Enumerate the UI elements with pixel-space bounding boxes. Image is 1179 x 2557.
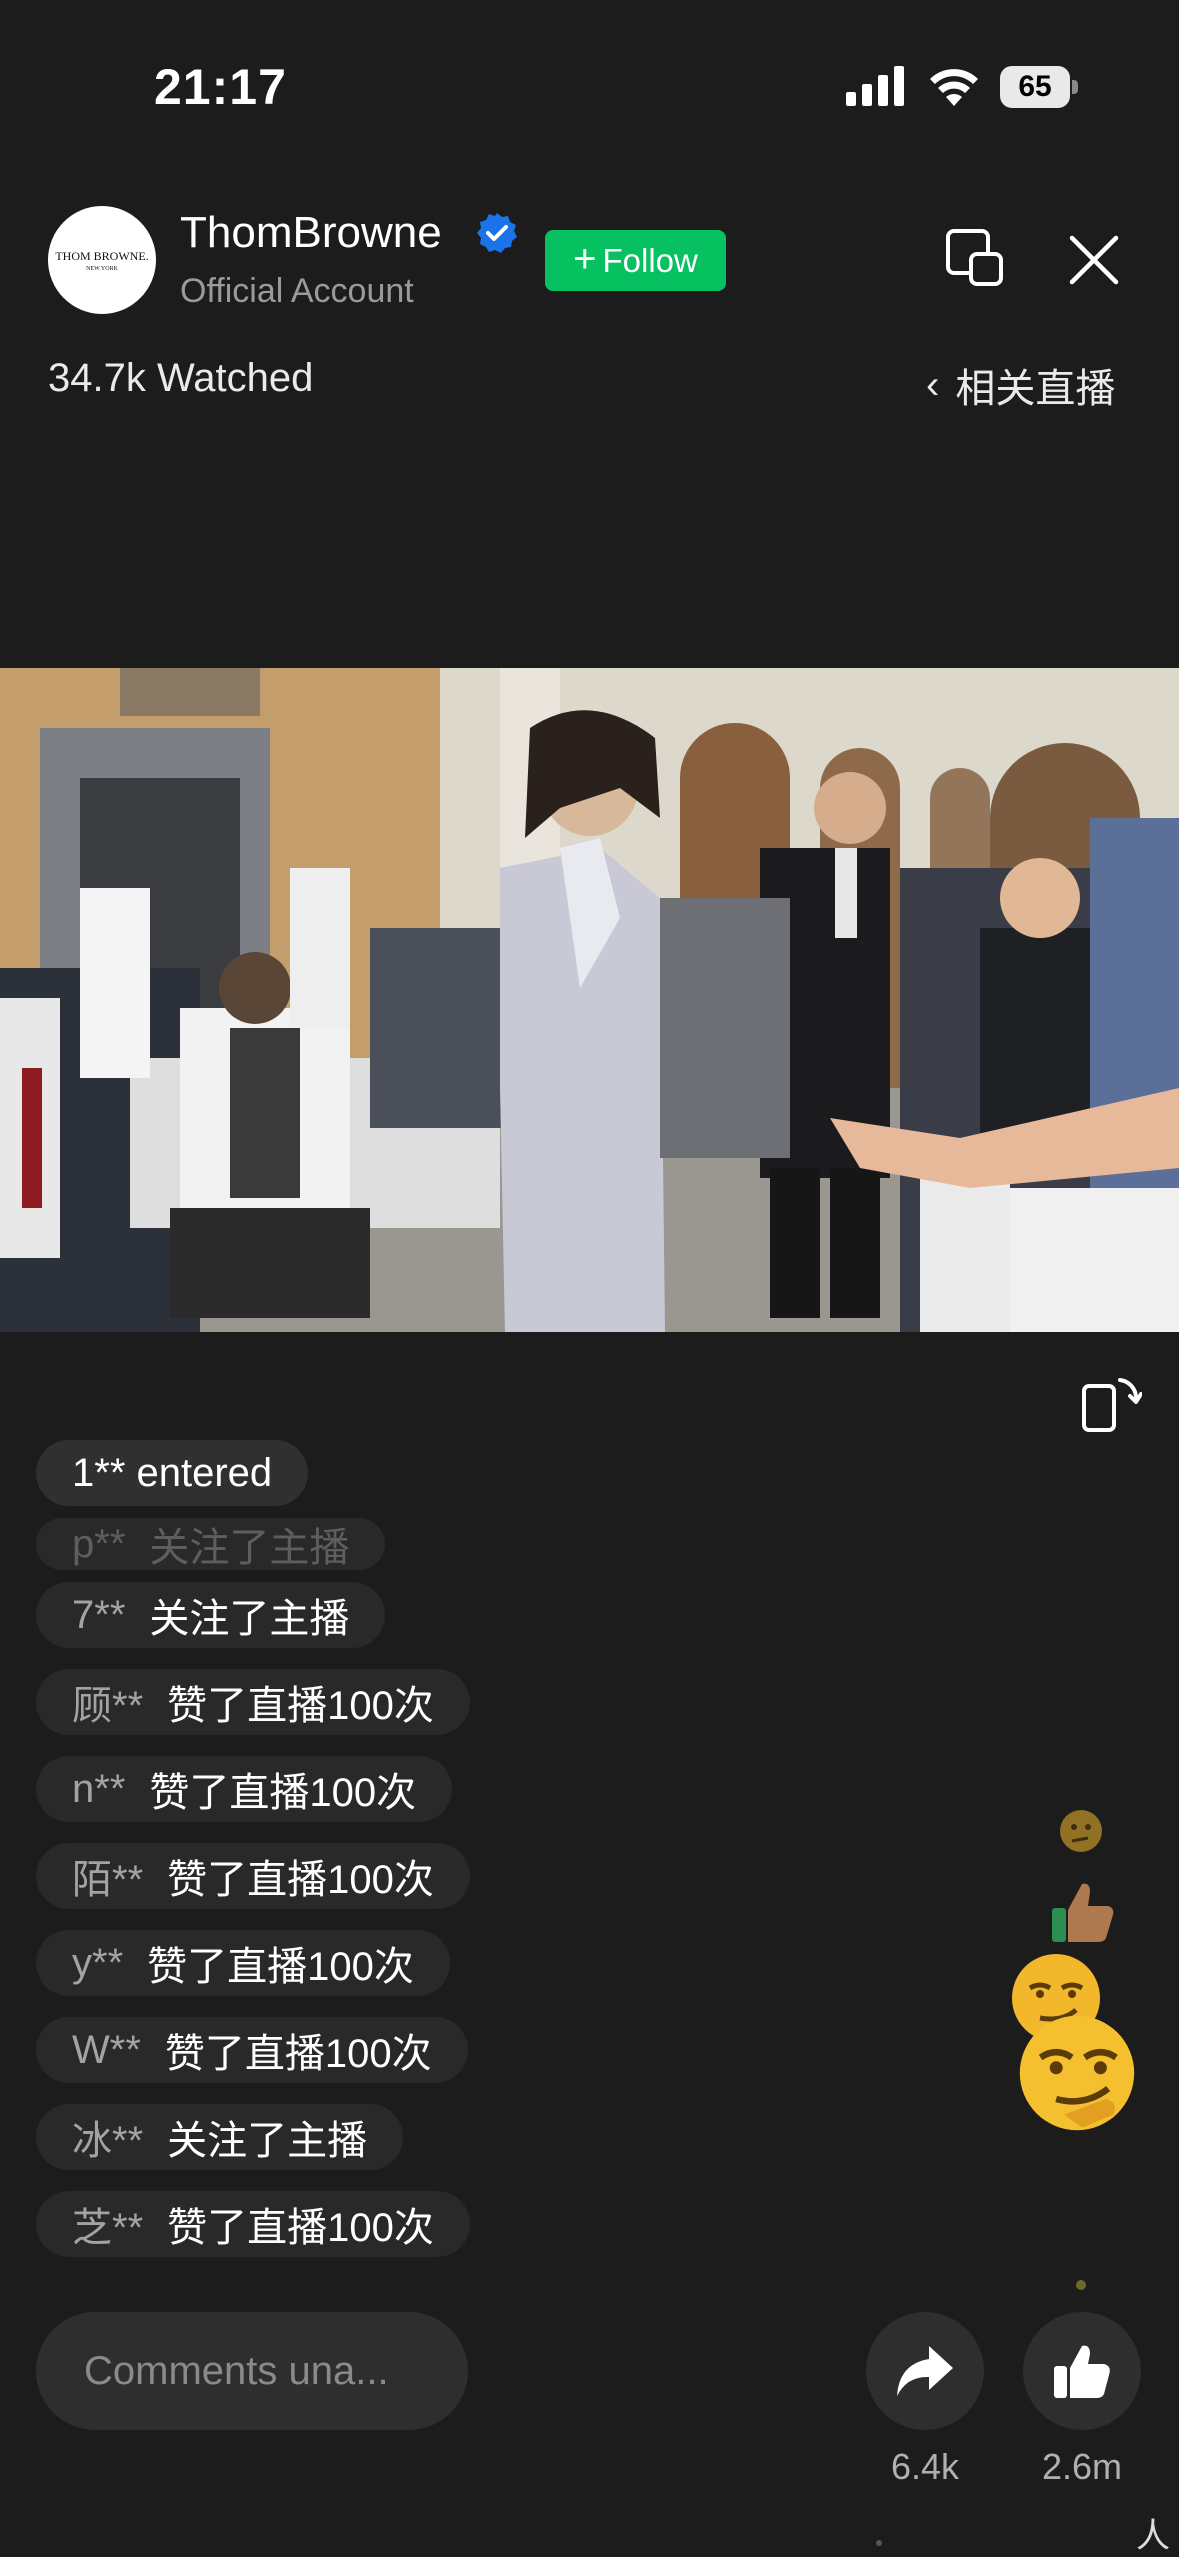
related-live-label: 相关直播 [955,367,1116,411]
corner-glyph: 人 [1136,2517,1170,2555]
rotate-screen-icon[interactable] [1080,1372,1142,1432]
account-name[interactable]: ThomBrowne [180,208,442,258]
feed-item: 顾** 赞了直播100次 [36,1669,470,1735]
share-button[interactable] [866,2312,984,2430]
account-avatar[interactable]: THOM BROWNE. NEW YORK [48,206,156,314]
share-count: 6.4k [890,2446,960,2487]
indicator-dot [876,2540,882,2546]
status-time: 21:17 [154,59,287,115]
battery-icon: 65 [1000,66,1078,108]
feed-item: 冰** 关注了主播 [36,2104,404,2170]
related-live-link[interactable]: ‹ 相关直播 [926,356,1115,414]
plus-icon: + [573,236,597,281]
comment-input[interactable]: Comments una... [36,2312,468,2430]
like-count: 2.6m [1041,2446,1123,2487]
wifi-icon [930,69,978,106]
feed-item: n** 赞了直播100次 [36,1756,453,1822]
thinking-face-icon [1060,1810,1102,1852]
like-button[interactable] [1023,2312,1141,2430]
feed-item: 陌** 赞了直播100次 [36,1843,470,1909]
feed-item: y** 赞了直播100次 [36,1930,450,1996]
comment-placeholder: Comments una... [84,2348,389,2393]
avatar-logo-text: THOM BROWNE. [55,248,149,263]
sparkle-dot [1076,2280,1086,2290]
thumbs-up-icon [1052,1883,1114,1942]
watched-count: 34.7k Watched [48,356,314,400]
cellular-signal-icon [846,66,904,106]
feed-item: 7** 关注了主播 [36,1582,386,1648]
live-video[interactable] [0,668,1179,1332]
account-subtitle: Official Account [180,272,414,310]
feed-item: W** 赞了直播100次 [36,2017,468,2083]
feed-item: 芝** 赞了直播100次 [36,2191,470,2257]
feed-item: p** 关注了主播 [36,1518,386,1570]
share-icon [897,2346,953,2396]
thumbs-up-icon [1054,2345,1110,2398]
smirking-face-icon [1019,2015,1135,2131]
feed-item: 1** entered [36,1440,309,1506]
follow-button[interactable]: + Follow [545,230,726,291]
verified-badge-icon [477,213,517,253]
avatar-logo-subtext: NEW YORK [86,265,118,272]
picture-in-picture-icon[interactable] [945,228,1005,288]
follow-label: Follow [602,241,698,279]
close-icon[interactable] [1066,232,1122,288]
chevron-left-icon: ‹ [926,362,940,407]
battery-level: 65 [1000,66,1070,108]
